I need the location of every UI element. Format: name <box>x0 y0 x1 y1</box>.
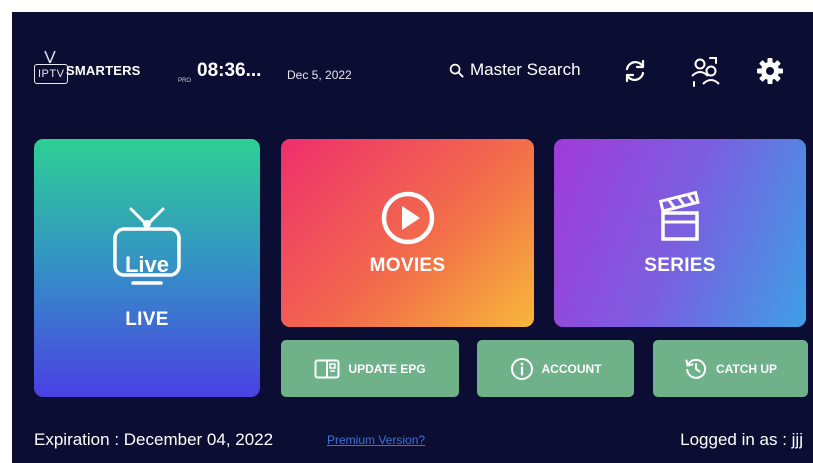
movies-tile[interactable]: MOVIES <box>281 139 534 327</box>
logo-pro: PRO <box>178 78 192 84</box>
settings-button[interactable] <box>754 55 786 87</box>
expiration-text: Expiration : December 04, 2022 <box>34 430 274 449</box>
clock-date: Dec 5, 2022 <box>287 68 352 82</box>
home-screen: IPTV SMARTERS PRO 08:36... Dec 5, 2022 M… <box>12 12 813 463</box>
tv-antenna-logo-icon <box>44 50 56 64</box>
history-icon <box>685 358 707 379</box>
update-epg-label: UPDATE EPG <box>348 361 426 376</box>
live-label: LIVE <box>125 309 169 330</box>
refresh-icon <box>625 59 645 83</box>
account-button[interactable]: ACCOUNT <box>477 340 634 397</box>
search-icon <box>449 63 464 78</box>
logo-wordmark: SMARTERS <box>66 63 141 78</box>
catch-up-label: CATCH UP <box>715 361 778 376</box>
live-tile[interactable]: Live LIVE <box>34 139 260 397</box>
series-tile[interactable]: SERIES <box>554 139 806 327</box>
app-logo: IPTV SMARTERS PRO <box>32 48 192 88</box>
movies-label: MOVIES <box>369 255 446 276</box>
play-circle-icon <box>381 191 434 245</box>
series-label: SERIES <box>644 255 716 276</box>
switch-user-icon <box>691 57 720 87</box>
info-icon <box>510 357 533 380</box>
catch-up-button[interactable]: CATCH UP <box>653 340 808 397</box>
logged-in-text: Logged in as : jjj <box>680 430 803 449</box>
book-icon <box>314 359 340 378</box>
logo-iptv-box: IPTV <box>34 64 69 84</box>
gear-icon <box>757 58 783 84</box>
master-search-label: Master Search <box>470 60 581 79</box>
switch-user-button[interactable] <box>687 53 723 89</box>
account-label: ACCOUNT <box>541 361 602 376</box>
update-epg-button[interactable]: UPDATE EPG <box>281 340 459 397</box>
clapperboard-icon <box>658 190 700 241</box>
master-search-button[interactable]: Master Search <box>449 60 581 80</box>
refresh-button[interactable] <box>620 56 650 86</box>
clock-time: 08:36... <box>197 60 262 81</box>
premium-version-link[interactable]: Premium Version? <box>327 433 425 447</box>
live-tv-badge: Live <box>124 252 170 277</box>
